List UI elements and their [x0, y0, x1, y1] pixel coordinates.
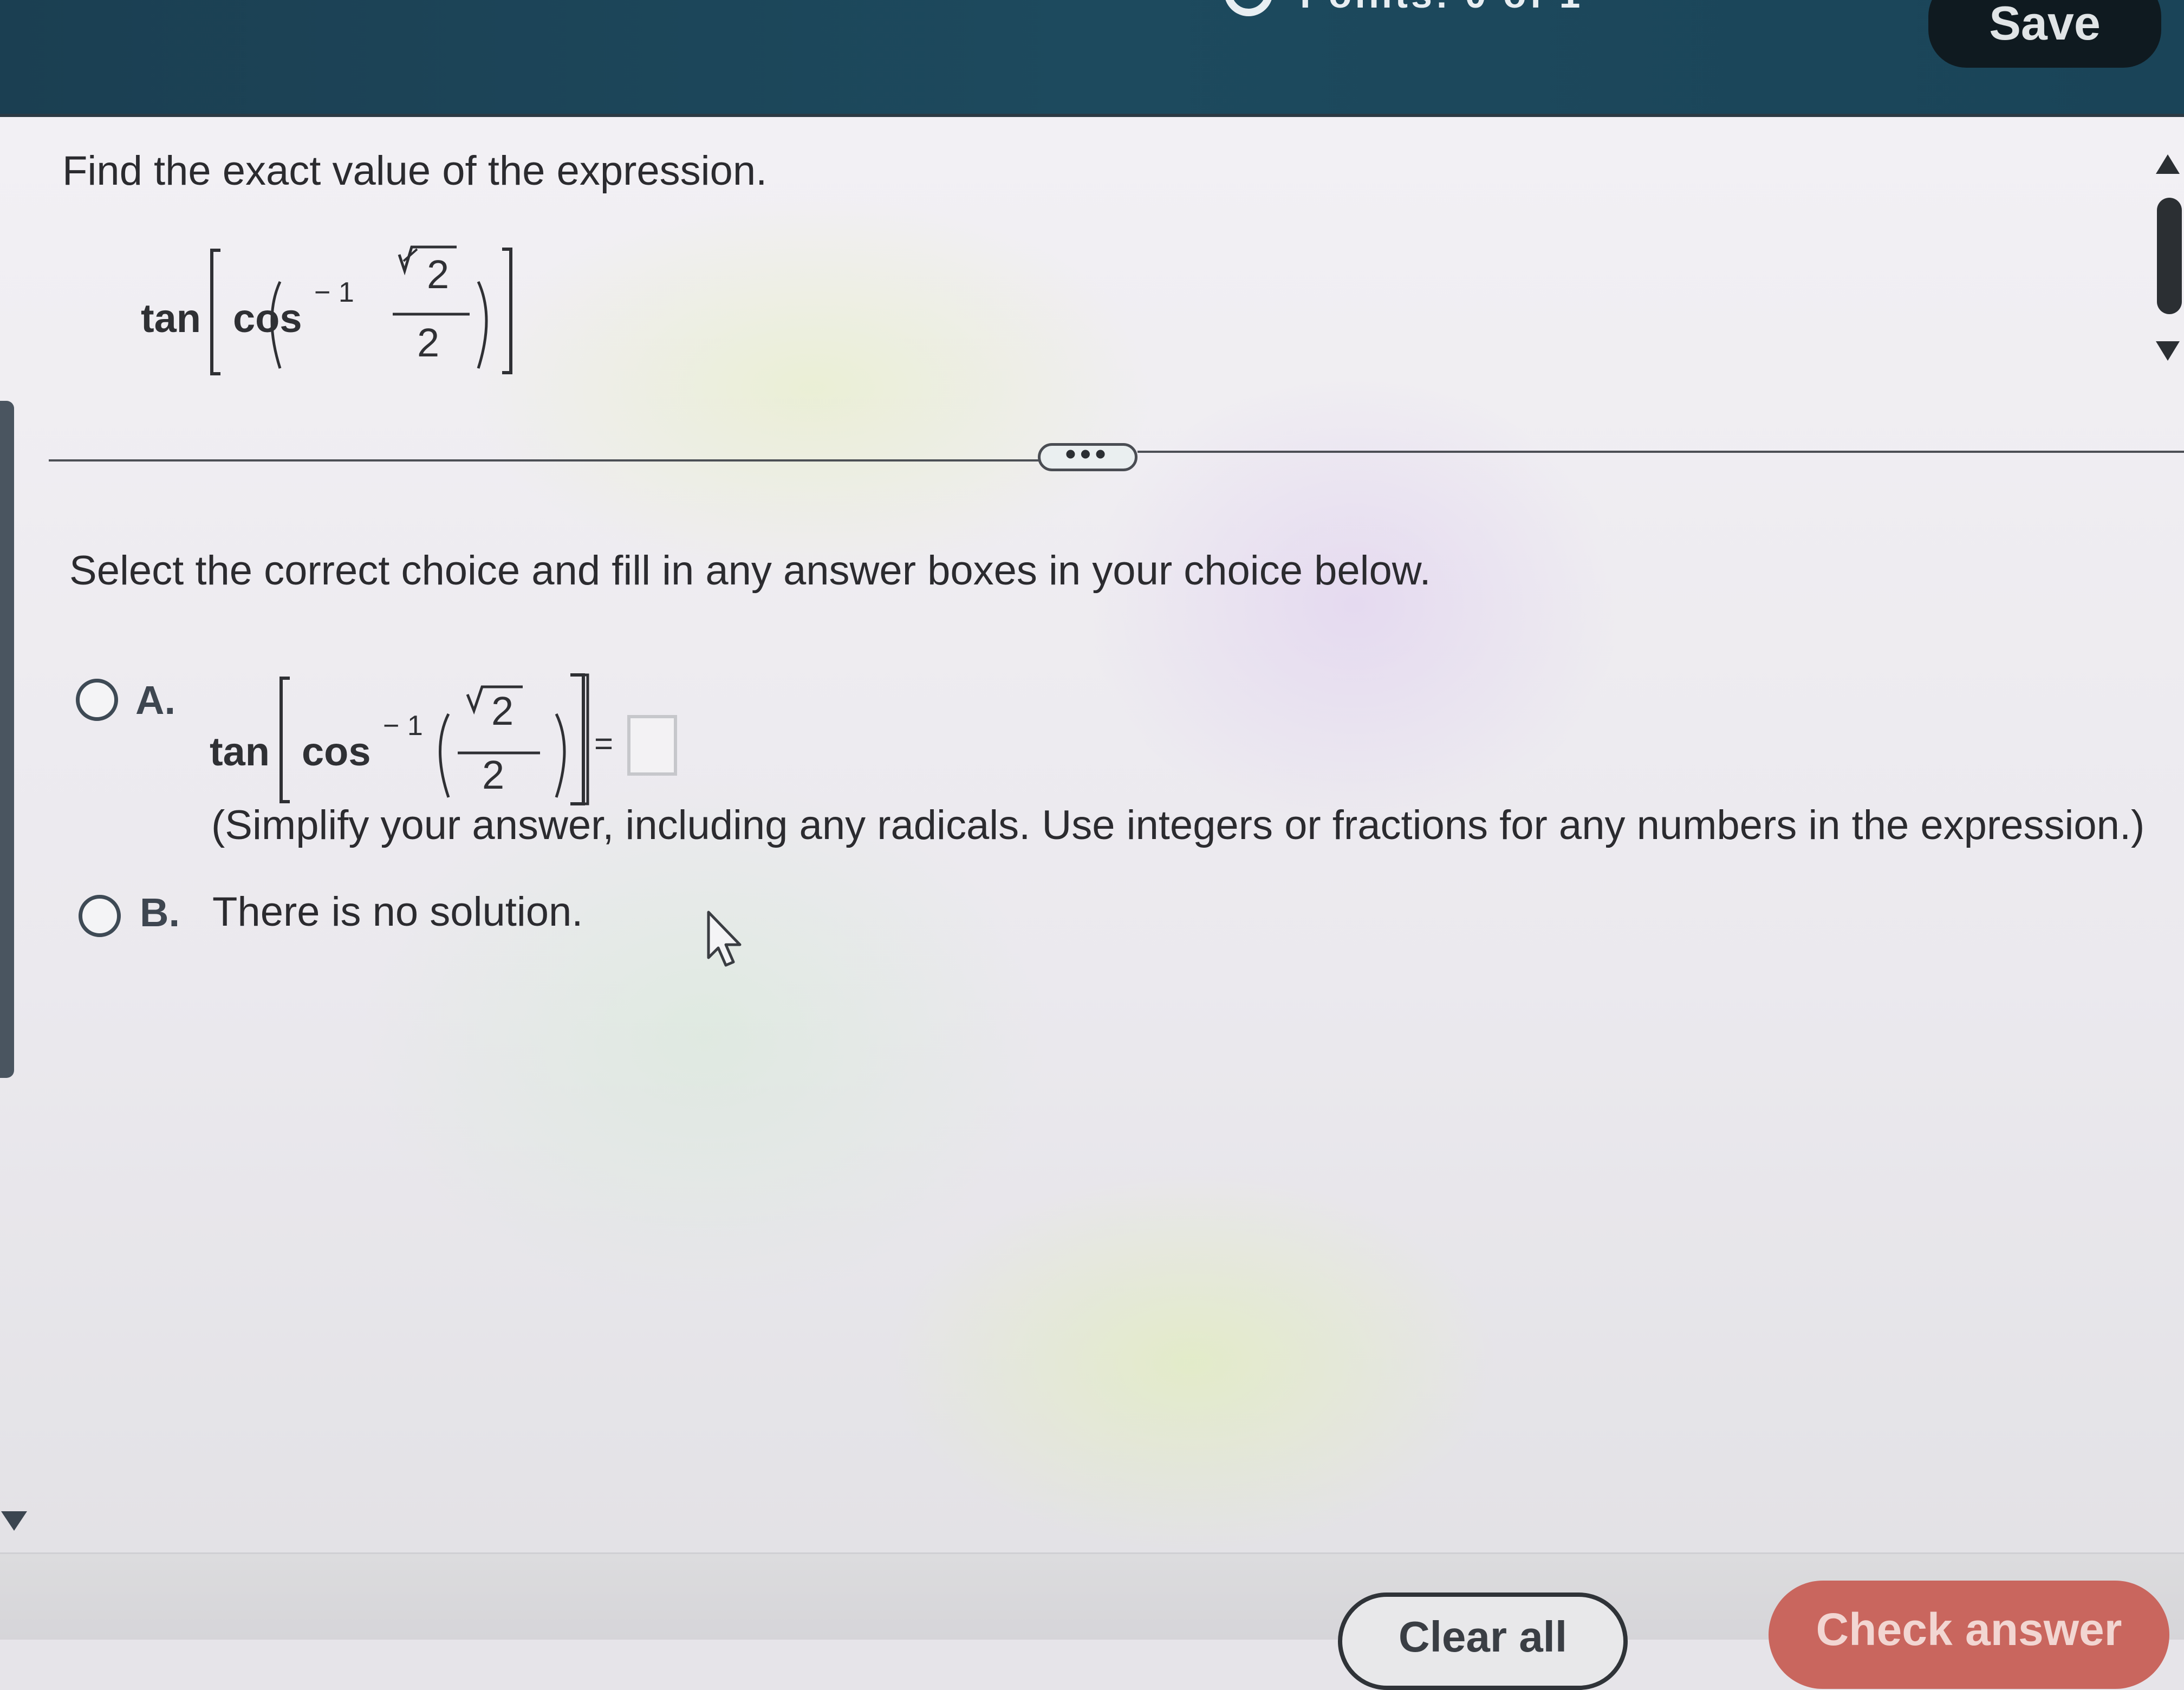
- mouse-pointer-icon: [707, 911, 742, 967]
- choice-a-letter: A.: [135, 678, 176, 723]
- divider-line-left: [49, 459, 1040, 461]
- answer-input-box[interactable]: [627, 715, 677, 776]
- points-label: Points: 0 of 1: [1300, 0, 1583, 16]
- cos-function: cos: [233, 296, 302, 341]
- check-answer-button[interactable]: Check answer: [1769, 1581, 2169, 1689]
- left-panel-edge: [0, 401, 14, 1078]
- inverse-exponent: − 1: [383, 710, 423, 742]
- save-button[interactable]: Save: [1928, 0, 2161, 68]
- clear-all-button[interactable]: Clear all: [1338, 1592, 1628, 1690]
- divider-line-right: [1138, 451, 2184, 453]
- scroll-up-icon[interactable]: [2156, 154, 2180, 174]
- top-header-bar: Points: 0 of 1 Save: [0, 0, 2184, 117]
- question-prompt: Find the exact value of the expression.: [62, 148, 768, 194]
- choice-a-hint: (Simplify your answer, including any rad…: [211, 802, 2145, 848]
- math-delimiters: [280, 673, 589, 805]
- choice-b-letter: B.: [140, 890, 180, 935]
- expand-handle-button[interactable]: •••: [1038, 439, 1138, 471]
- choice-b-radio[interactable]: [79, 895, 121, 937]
- instruction-text: Select the correct choice and fill in an…: [69, 548, 1431, 594]
- radicand: 2: [427, 252, 450, 297]
- choice-a-radio[interactable]: [76, 679, 118, 721]
- scroll-down-icon[interactable]: [2156, 341, 2180, 361]
- cos-function: cos: [302, 729, 371, 774]
- denominator: 2: [417, 320, 440, 365]
- choice-b-text: There is no solution.: [212, 889, 583, 935]
- denominator: 2: [482, 752, 505, 797]
- inverse-exponent: − 1: [314, 277, 354, 308]
- progress-ring-icon: [1224, 0, 1273, 16]
- choice-a-expression: tan cos − 1 2 2 =: [209, 672, 685, 812]
- equals-sign: =: [594, 725, 614, 762]
- math-delimiters: [210, 245, 512, 375]
- question-expression: tan cos − 1 2 2: [138, 238, 528, 379]
- triangle-down-icon[interactable]: [1, 1511, 27, 1531]
- scrollbar-thumb[interactable]: [2157, 198, 2182, 314]
- radicand: 2: [491, 688, 514, 733]
